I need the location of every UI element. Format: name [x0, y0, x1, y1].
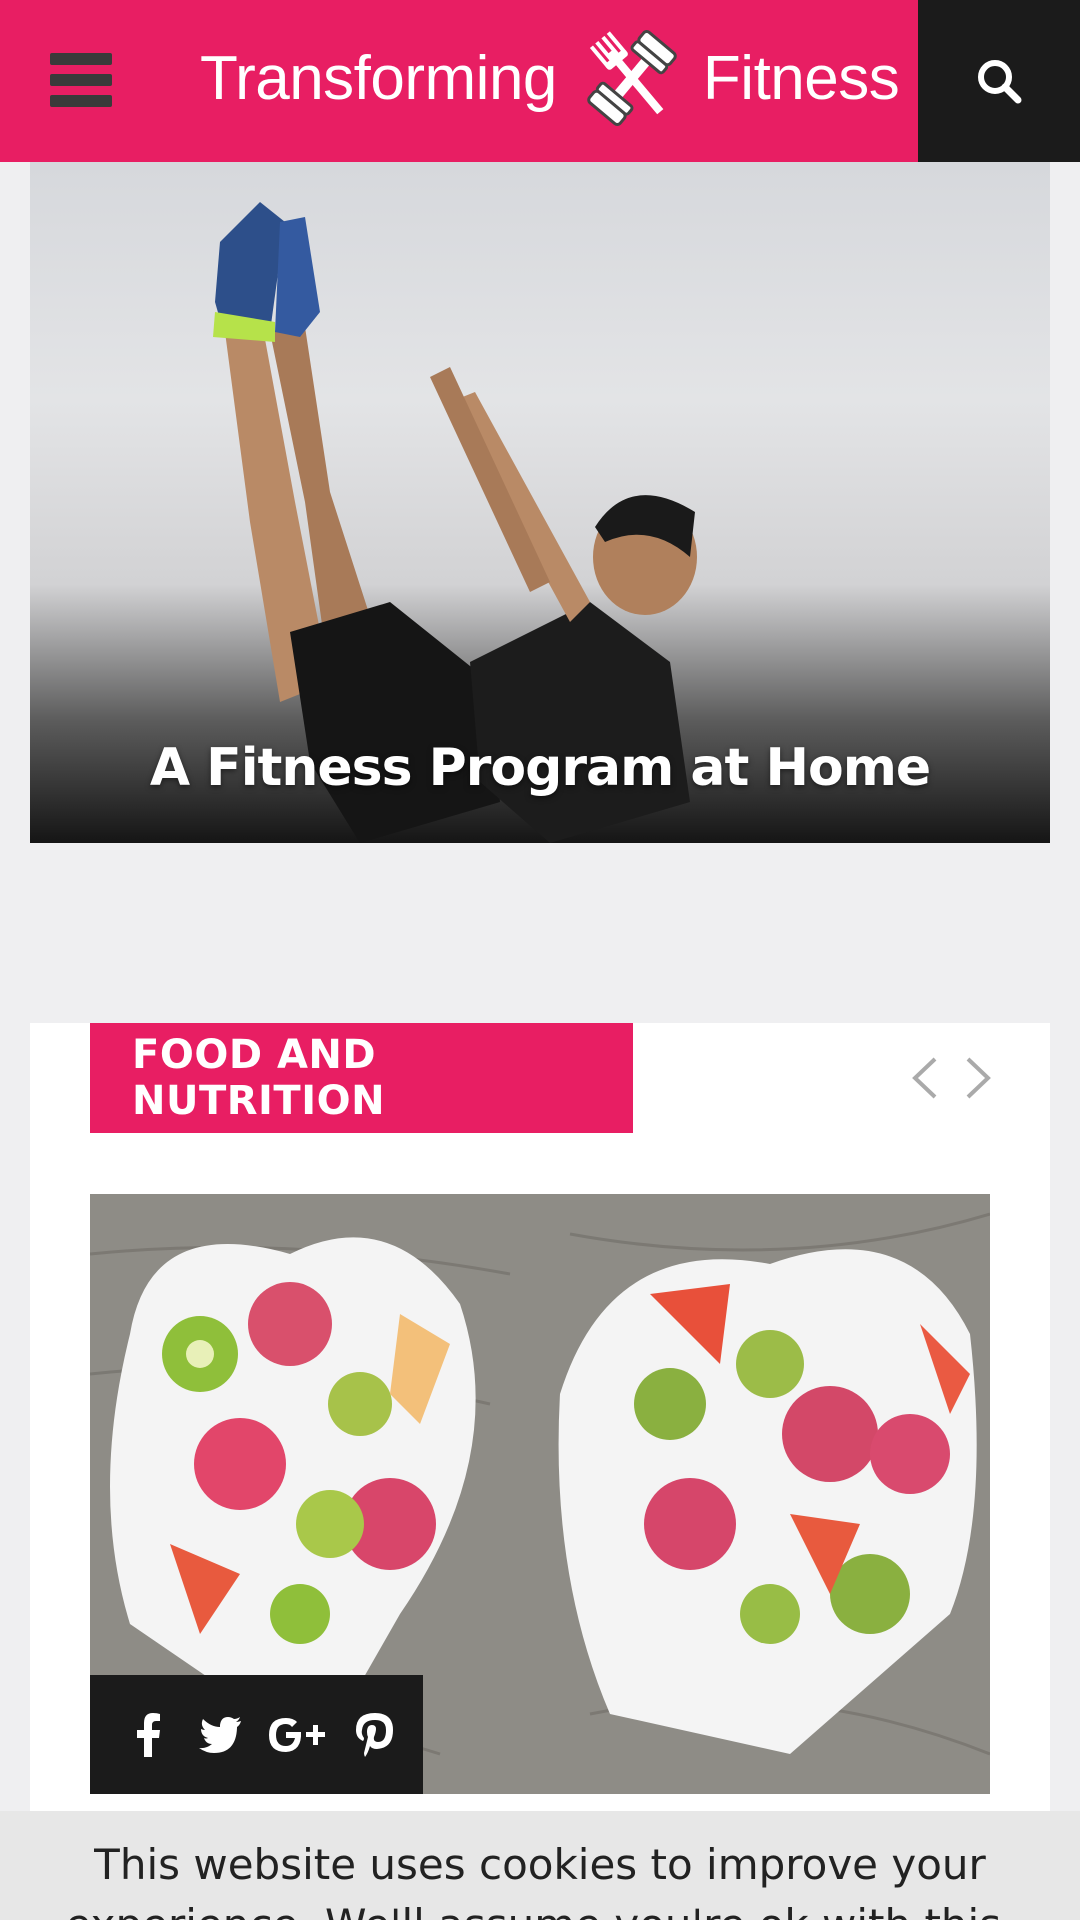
pinterest-icon[interactable]: [351, 1711, 399, 1759]
cookie-notice-text: This website uses cookies to improve you…: [66, 1840, 1015, 1920]
category-label: FOOD AND NUTRITION: [132, 1032, 386, 1124]
google-plus-icon[interactable]: [268, 1711, 328, 1759]
dumbbell-fork-icon: [587, 30, 677, 126]
chevron-right-icon: [966, 1057, 991, 1099]
logo-text-right: Fitness: [702, 43, 900, 113]
logo-text-left: Transforming: [200, 43, 557, 113]
category-tag[interactable]: FOOD AND NUTRITION: [90, 1023, 633, 1133]
search-button[interactable]: [918, 0, 1080, 162]
prev-button[interactable]: [905, 1053, 945, 1103]
share-bar: [90, 1675, 423, 1794]
category-section: FOOD AND NUTRITION: [30, 1023, 1050, 1920]
hero-title[interactable]: A Fitness Program at Home: [30, 738, 1050, 798]
chevron-left-icon: [912, 1057, 937, 1099]
site-logo[interactable]: Transforming Fitness: [200, 26, 900, 130]
featured-article-card[interactable]: A Fitness Program at Home: [30, 162, 1050, 843]
facebook-icon[interactable]: [124, 1711, 172, 1759]
twitter-icon[interactable]: [196, 1711, 244, 1759]
menu-button[interactable]: [50, 53, 112, 107]
hamburger-menu-icon: [50, 53, 112, 65]
search-icon: [978, 60, 1022, 104]
next-button[interactable]: [958, 1053, 998, 1103]
site-header: Transforming Fitness: [0, 0, 1080, 162]
cookie-notice: This website uses cookies to improve you…: [0, 1811, 1080, 1920]
